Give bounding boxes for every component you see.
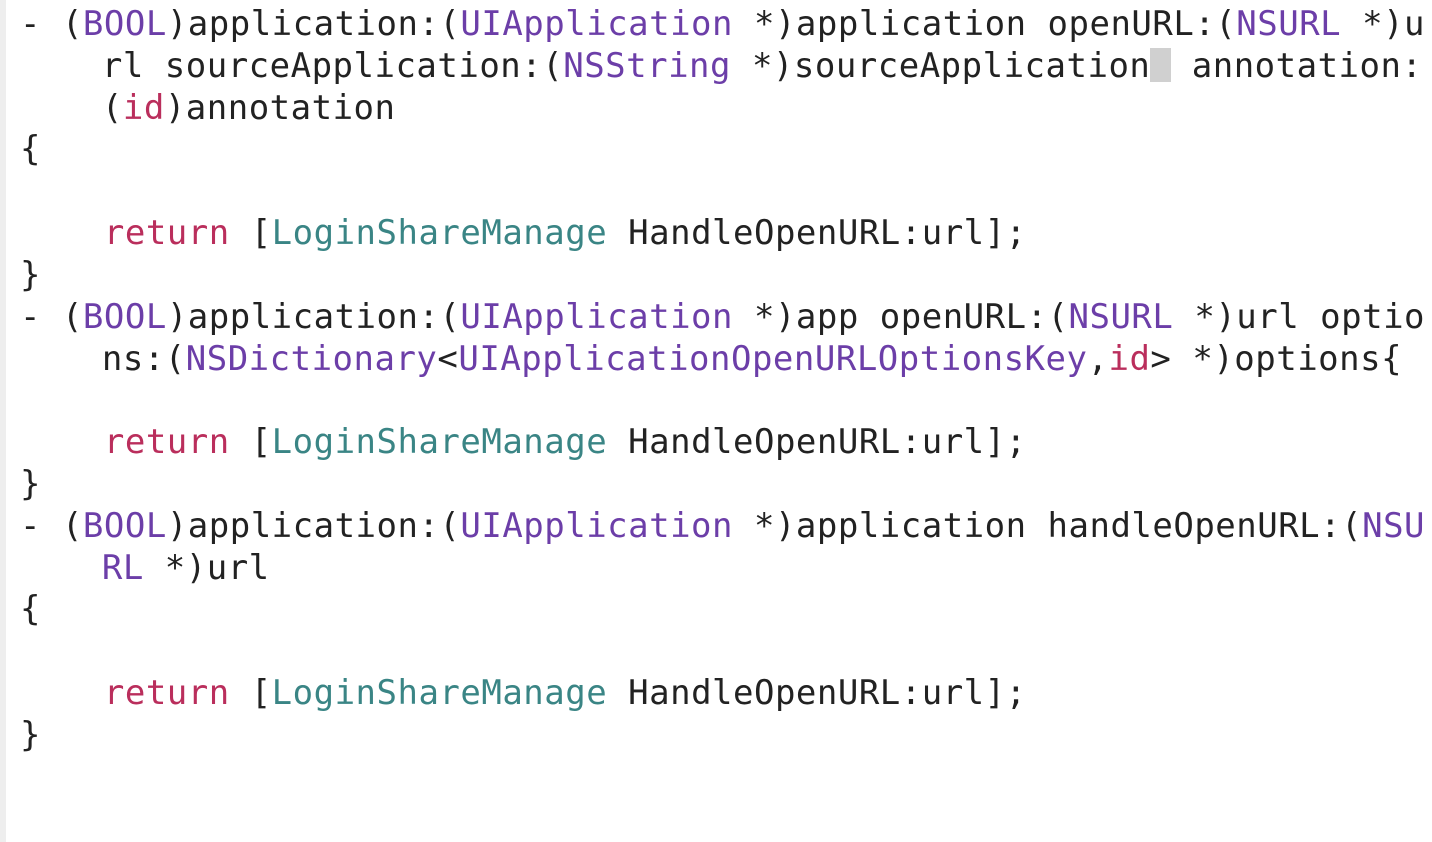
code-line: } xyxy=(20,464,1432,506)
code-token: [ xyxy=(230,422,272,462)
code-token: - ( xyxy=(20,4,83,44)
code-token: } xyxy=(20,255,41,295)
code-token: - ( xyxy=(20,506,83,546)
code-token xyxy=(20,422,104,462)
code-token xyxy=(20,380,104,420)
code-line xyxy=(20,380,1432,422)
code-token: , xyxy=(1087,339,1108,379)
code-token xyxy=(20,213,104,253)
code-line: } xyxy=(20,255,1432,297)
code-line: - (BOOL)application:(UIApplication *)app… xyxy=(20,297,1432,381)
code-token: [ xyxy=(230,673,272,713)
code-token: NSURL xyxy=(1236,4,1341,44)
code-token: LoginShareManage xyxy=(272,213,608,253)
code-token: BOOL xyxy=(83,506,167,546)
code-token: HandleOpenURL:url]; xyxy=(607,422,1026,462)
code-token: *)sourceApplication xyxy=(731,46,1150,86)
code-token: *)application openURL:( xyxy=(733,4,1236,44)
code-token: < xyxy=(437,339,458,379)
code-token: HandleOpenURL:url]; xyxy=(607,673,1026,713)
code-token: BOOL xyxy=(83,4,167,44)
code-token: HandleOpenURL:url]; xyxy=(607,213,1026,253)
editor-gutter xyxy=(0,0,6,842)
code-line xyxy=(20,171,1432,213)
code-token: NSURL xyxy=(1069,297,1174,337)
code-token: { xyxy=(20,589,41,629)
code-token: BOOL xyxy=(83,297,167,337)
code-token: return xyxy=(104,422,230,462)
code-token: )application:( xyxy=(167,297,461,337)
code-token: LoginShareManage xyxy=(272,673,608,713)
text-cursor xyxy=(1150,48,1170,82)
code-token: *)application handleOpenURL:( xyxy=(733,506,1362,546)
code-line: return [LoginShareManage HandleOpenURL:u… xyxy=(20,213,1432,255)
code-line: - (BOOL)application:(UIApplication *)app… xyxy=(20,4,1432,129)
code-line: return [LoginShareManage HandleOpenURL:u… xyxy=(20,422,1432,464)
code-token: )annotation xyxy=(165,88,396,128)
code-token: } xyxy=(20,715,41,755)
code-line: { xyxy=(20,129,1432,171)
code-token: UIApplication xyxy=(460,506,733,546)
code-token xyxy=(20,631,104,671)
code-token: )application:( xyxy=(167,4,461,44)
code-line: { xyxy=(20,589,1432,631)
code-line: - (BOOL)application:(UIApplication *)app… xyxy=(20,506,1432,590)
code-line: return [LoginShareManage HandleOpenURL:u… xyxy=(20,673,1432,715)
code-token xyxy=(20,673,104,713)
code-token xyxy=(20,171,104,211)
code-token: return xyxy=(104,213,230,253)
code-token: } xyxy=(20,464,41,504)
code-token: id xyxy=(1108,339,1150,379)
code-token: { xyxy=(20,129,41,169)
code-editor-content[interactable]: - (BOOL)application:(UIApplication *)app… xyxy=(0,0,1432,757)
code-token: LoginShareManage xyxy=(272,422,608,462)
code-token: id xyxy=(123,88,165,128)
code-token: UIApplicationOpenURLOptionsKey xyxy=(458,339,1087,379)
code-token: *)url xyxy=(144,548,270,588)
code-token: NSString xyxy=(563,46,731,86)
code-token: )application:( xyxy=(167,506,461,546)
code-token: > *)options{ xyxy=(1150,339,1402,379)
code-token: *)app openURL:( xyxy=(733,297,1069,337)
code-token: return xyxy=(104,673,230,713)
code-token: UIApplication xyxy=(460,297,733,337)
code-token: [ xyxy=(230,213,272,253)
code-line xyxy=(20,631,1432,673)
code-token: - ( xyxy=(20,297,83,337)
code-token: NSDictionary xyxy=(186,339,438,379)
code-line: } xyxy=(20,715,1432,757)
code-token: UIApplication xyxy=(460,4,733,44)
